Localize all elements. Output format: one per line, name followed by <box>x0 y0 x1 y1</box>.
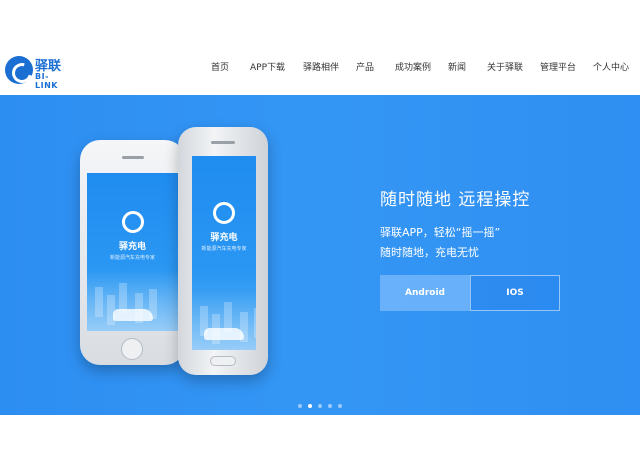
app-name: 驿充电 <box>118 242 146 252</box>
logo-icon <box>5 56 33 84</box>
phone-speaker <box>211 141 235 144</box>
phone-home-button <box>121 338 143 360</box>
nav-products[interactable]: 产品 <box>356 60 374 73</box>
app-tagline: 新能源汽车充电专家 <box>201 246 247 252</box>
phone-home-button <box>210 356 236 366</box>
carousel-indicators <box>298 404 348 408</box>
nav-account[interactable]: 个人中心 <box>593 60 629 73</box>
phone-mockup-side: 驿充电 新能源汽车充电专家 <box>178 127 268 375</box>
hero-subtitle-2: 随时随地，充电无忧 <box>380 246 479 259</box>
phone-speaker <box>122 156 144 159</box>
hero-subtitle-1: 驿联APP，轻松“摇一摇” <box>380 226 501 239</box>
nav-companion[interactable]: 驿路相伴 <box>303 60 339 73</box>
app-tagline: 新能源汽车充电专家 <box>109 255 155 261</box>
android-download-button[interactable]: Android <box>380 275 470 311</box>
ios-download-button[interactable]: IOS <box>470 275 560 311</box>
nav-cases[interactable]: 成功案例 <box>395 60 431 73</box>
city-skyline-illustration <box>192 290 256 350</box>
nav-news[interactable]: 新闻 <box>448 60 466 73</box>
logo-text-en: BI-LINK <box>35 72 58 90</box>
phone-mockup-front: 驿充电 新能源汽车充电专家 <box>80 140 185 365</box>
site-header: 驿联 BI-LINK 首页 APP下载 驿路相伴 产品 成功案例 新闻 关于驿联 管理平台 个人… <box>0 0 640 95</box>
nav-app-download[interactable]: APP下载 <box>250 60 285 73</box>
car-illustration <box>112 309 153 321</box>
app-name: 驿充电 <box>210 233 238 243</box>
brand-logo[interactable]: 驿联 BI-LINK <box>5 52 65 90</box>
phone-screen: 驿充电 新能源汽车充电专家 <box>192 156 256 350</box>
car-illustration <box>204 328 244 340</box>
carousel-dot[interactable] <box>338 404 342 408</box>
carousel-dot[interactable] <box>308 404 312 408</box>
hero-title: 随时随地 远程操控 <box>380 190 531 210</box>
app-logo-icon <box>121 211 144 233</box>
city-skyline-illustration <box>87 271 178 331</box>
carousel-dot[interactable] <box>318 404 322 408</box>
carousel-dot[interactable] <box>298 404 302 408</box>
nav-home[interactable]: 首页 <box>211 60 229 73</box>
nav-admin[interactable]: 管理平台 <box>540 60 576 73</box>
app-logo-icon <box>213 202 235 224</box>
carousel-dot[interactable] <box>328 404 332 408</box>
phone-screen: 驿充电 新能源汽车充电专家 <box>87 173 178 331</box>
nav-about[interactable]: 关于驿联 <box>487 60 523 73</box>
hero-banner: 驿充电 新能源汽车充电专家 驿充电 新能源汽车充电专家 随时随地 远程操控 驿联… <box>0 95 640 415</box>
